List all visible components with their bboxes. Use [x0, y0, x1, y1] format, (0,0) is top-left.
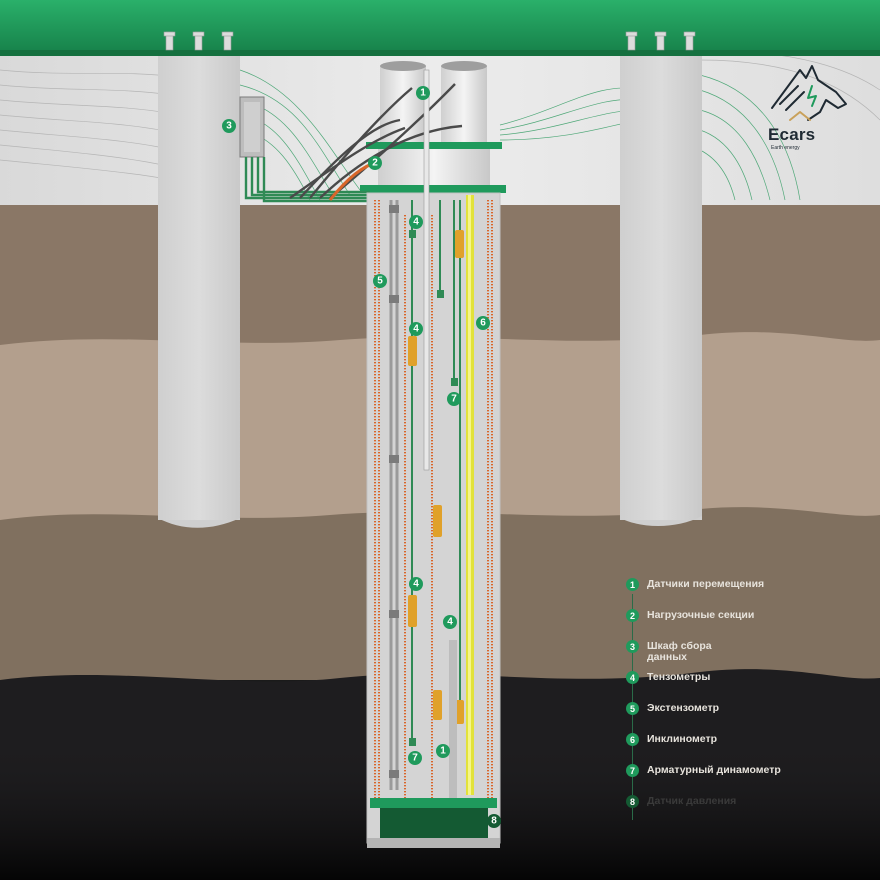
legend-item-3: 3 Шкаф сбора данных — [626, 640, 876, 671]
legend-num: 7 — [626, 764, 639, 777]
legend: 1 Датчики перемещения 2 Нагрузочные секц… — [626, 578, 876, 826]
legend-label: Инклинометр — [647, 733, 718, 745]
legend-item-5: 5 Экстензометр — [626, 702, 876, 733]
legend-item-2: 2 Нагрузочные секции — [626, 609, 876, 640]
marker-2: 2 — [368, 156, 382, 170]
svg-text:2: 2 — [372, 158, 378, 169]
legend-label: Экстензометр — [647, 702, 720, 714]
legend-num: 6 — [626, 733, 639, 746]
legend-item-1: 1 Датчики перемещения — [626, 578, 876, 609]
marker-4-a: 4 — [409, 215, 423, 229]
svg-text:4: 4 — [447, 617, 453, 628]
svg-text:4: 4 — [413, 324, 419, 335]
legend-num: 8 — [626, 795, 639, 808]
legend-label: Нагрузочные секции — [647, 609, 755, 621]
legend-num: 3 — [626, 640, 639, 653]
legend-label: Датчики перемещения — [647, 578, 765, 590]
svg-text:3: 3 — [226, 121, 232, 132]
marker-5: 5 — [373, 274, 387, 288]
legend-num: 1 — [626, 578, 639, 591]
svg-text:5: 5 — [377, 276, 383, 287]
svg-text:4: 4 — [413, 217, 419, 228]
anchor-pile-right — [620, 55, 702, 520]
svg-text:6: 6 — [480, 318, 486, 329]
marker-8: 8 — [487, 814, 501, 828]
svg-text:7: 7 — [412, 753, 418, 764]
marker-1-bottom: 1 — [436, 744, 450, 758]
svg-text:1: 1 — [440, 746, 446, 757]
svg-text:8: 8 — [491, 816, 497, 827]
legend-item-4: 4 Тензометры — [626, 671, 876, 702]
marker-4-d: 4 — [443, 615, 457, 629]
legend-item-8: 8 Датчик давления — [626, 795, 876, 826]
svg-text:1: 1 — [420, 88, 426, 99]
legend-label: Датчик давления — [647, 795, 737, 807]
diagram-stage: 1 2 3 4 4 4 4 5 6 7 7 1 8 Ecars Earth en… — [0, 0, 880, 880]
svg-text:4: 4 — [413, 579, 419, 590]
marker-4-c: 4 — [409, 577, 423, 591]
legend-num: 4 — [626, 671, 639, 684]
brand-tagline: Earth energy — [771, 145, 800, 151]
marker-6: 6 — [476, 316, 490, 330]
legend-label: Шкаф сбора данных — [647, 640, 712, 663]
svg-text:7: 7 — [451, 394, 457, 405]
legend-item-6: 6 Инклинометр — [626, 733, 876, 764]
legend-label: Тензометры — [647, 671, 711, 683]
brand-name: Ecars — [768, 125, 816, 144]
marker-3: 3 — [222, 119, 236, 133]
legend-item-7: 7 Арматурный динамометр — [626, 764, 876, 795]
pressure-cell — [370, 798, 497, 808]
marker-7-a: 7 — [447, 392, 461, 406]
marker-4-b: 4 — [409, 322, 423, 336]
legend-num: 5 — [626, 702, 639, 715]
displacement-rod — [423, 69, 430, 471]
legend-label: Арматурный динамометр — [647, 764, 781, 776]
marker-7-b: 7 — [408, 751, 422, 765]
reaction-beam — [0, 0, 880, 50]
legend-num: 2 — [626, 609, 639, 622]
marker-1-top: 1 — [416, 86, 430, 100]
